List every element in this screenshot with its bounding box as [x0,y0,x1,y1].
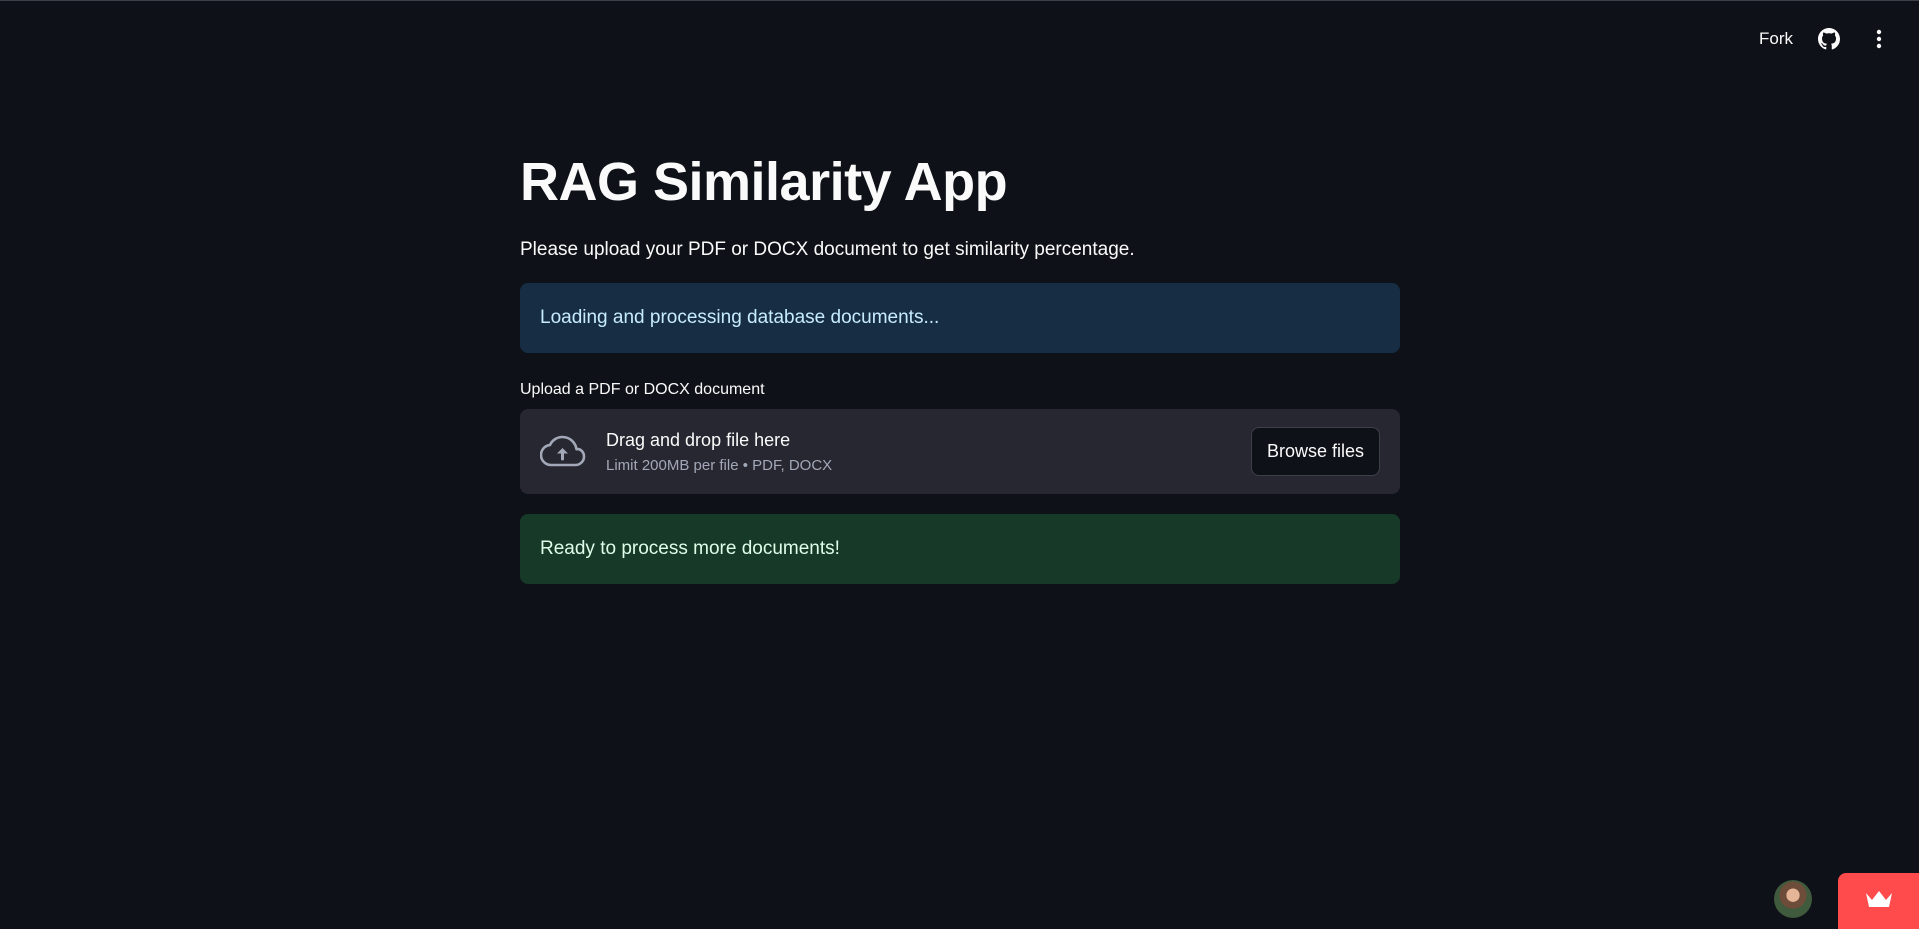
streamlit-badge[interactable] [1838,873,1919,929]
dropzone-text: Drag and drop file here Limit 200MB per … [606,430,832,474]
user-avatar[interactable] [1774,880,1812,918]
file-dropzone[interactable]: Drag and drop file here Limit 200MB per … [520,409,1400,494]
dropzone-instruction: Drag and drop file here [606,429,791,450]
streamlit-crown-icon [1864,889,1894,914]
browse-files-button[interactable]: Browse files [1250,427,1380,476]
fork-link[interactable]: Fork [1759,29,1793,49]
github-icon[interactable] [1815,25,1843,53]
page-subtitle: Please upload your PDF or DOCX document … [520,239,1135,260]
success-alert-text: Ready to process more documents! [540,538,840,559]
success-alert: Ready to process more documents! [520,514,1400,584]
kebab-menu-icon[interactable] [1865,25,1893,53]
page-title: RAG Similarity App [520,152,1008,212]
info-alert: Loading and processing database document… [520,283,1400,353]
app-window: Fork RAG Similarity App Please upload yo… [0,0,1919,929]
cloud-upload-icon [540,429,586,475]
info-alert-text: Loading and processing database document… [540,307,940,328]
toolbar: Fork [1759,23,1893,55]
main-content: RAG Similarity App Please upload your PD… [520,1,1400,584]
dropzone-limit: Limit 200MB per file • PDF, DOCX [606,456,833,474]
uploader-label: Upload a PDF or DOCX document [520,381,765,398]
